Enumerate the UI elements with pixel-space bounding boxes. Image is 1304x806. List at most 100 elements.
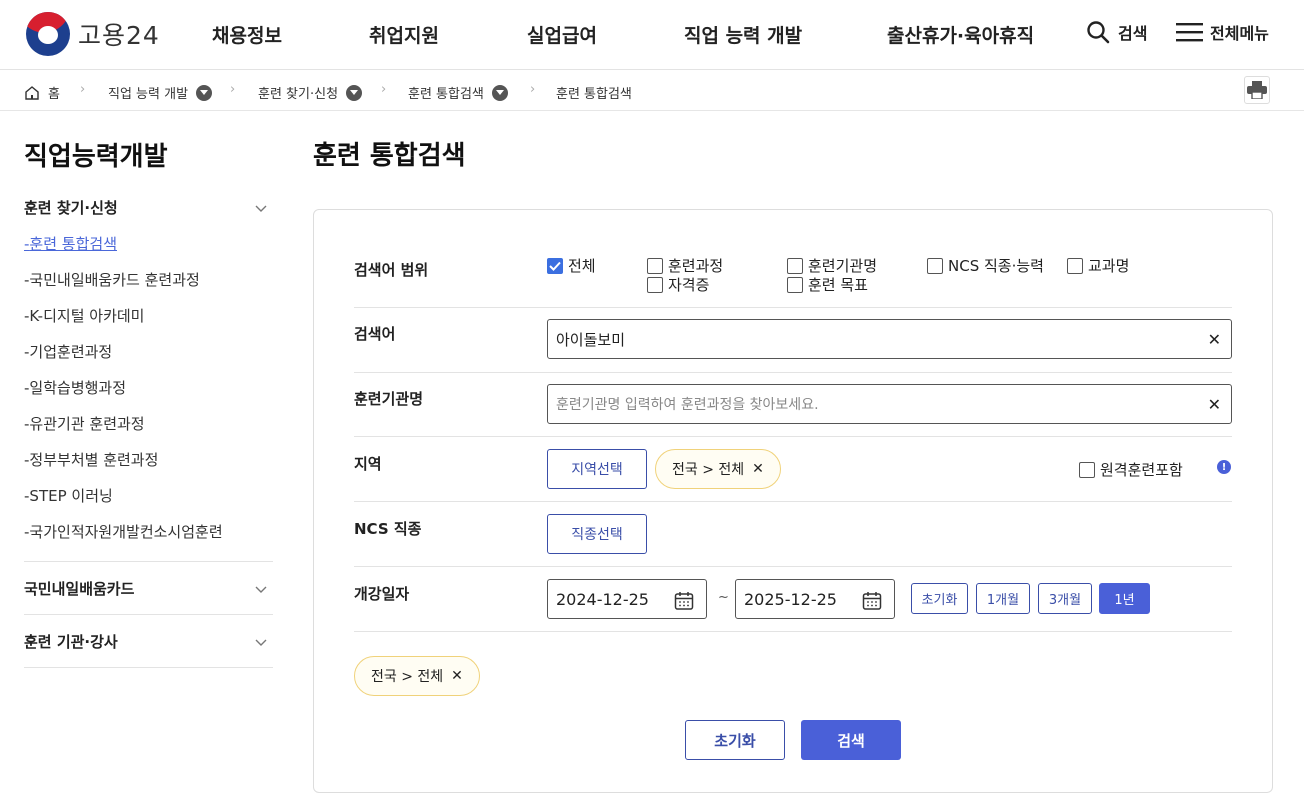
sidebar-item-ministry[interactable]: -정부부처별 훈련과정 [24,449,158,470]
checkbox-label: 원격훈련포함 [1100,461,1183,479]
global-header: 고용24 채용정보 취업지원 실업급여 직업 능력 개발 출산휴가·육아휴직 검… [0,0,1304,70]
row-divider [354,566,1232,567]
region-label: 지역 [354,455,382,473]
row-divider [354,501,1232,502]
breadcrumb-home[interactable]: 홈 [24,83,60,102]
breadcrumb-label: 직업 능력 개발 [108,87,189,102]
search-button[interactable]: 검색 [1086,20,1147,44]
chevron-down-icon [255,580,267,598]
calendar-icon[interactable] [674,591,694,611]
home-icon [25,85,39,100]
institution-input[interactable]: 훈련기관명 입력하여 훈련과정을 찾아보세요. ✕ [547,384,1232,424]
checkbox-icon [787,257,803,274]
sidebar-divider [24,667,273,668]
selected-filter-label: 전국 > 전체 [371,669,444,685]
date-preset-1-month[interactable]: 1개월 [976,583,1030,614]
date-preset-reset[interactable]: 초기화 [911,583,968,614]
keyword-label: 검색어 [354,325,396,343]
date-preset-1-year[interactable]: 1년 [1099,583,1150,614]
sidebar-item-corporate-training[interactable]: -기업훈련과정 [24,341,112,362]
sidebar-item-work-study[interactable]: -일학습병행과정 [24,377,126,398]
date-preset-3-months[interactable]: 3개월 [1038,583,1092,614]
nav-item-unemployment-benefit[interactable]: 실업급여 [527,21,597,48]
checkbox-icon [787,276,803,293]
printer-icon [1247,81,1267,99]
sidebar-item-k-digital[interactable]: -K-디지털 아카데미 [24,305,144,326]
nav-item-jobs[interactable]: 채용정보 [212,21,282,48]
info-icon[interactable]: ! [1217,460,1231,474]
chevron-down-icon[interactable] [346,84,363,101]
close-icon[interactable]: ✕ [451,668,463,684]
keyword-input[interactable]: 아이돌보미 ✕ [547,319,1232,359]
sidebar-item-label: 일학습병행과정 [29,379,127,397]
nav-item-vocational-training[interactable]: 직업 능력 개발 [684,21,802,48]
nav-item-employment-support[interactable]: 취업지원 [369,21,439,48]
scope-label: 검색어 범위 [354,261,429,279]
sidebar-item-label: 국민내일배움카드 훈련과정 [29,271,200,289]
sidebar-section-label: 훈련 찾기·신청 [24,199,118,217]
chevron-up-icon [255,199,267,217]
scope-checkbox-ncs[interactable]: NCS 직종·능력 [927,255,1044,276]
scope-checkbox-course[interactable]: 훈련과정 [647,255,723,276]
ncs-label: NCS 직종 [354,520,422,538]
date-range-separator: ~ [718,590,729,605]
end-date-value: 2025-12-25 [744,589,837,609]
print-button[interactable] [1244,76,1270,104]
breadcrumb-separator: › [530,82,536,97]
sidebar-item-label: 기업훈련과정 [29,343,113,361]
breadcrumb-separator: › [80,82,86,97]
row-divider [354,372,1232,373]
sidebar-item-consortium[interactable]: -국가인적자원개발컨소시엄훈련 [24,521,223,542]
breadcrumb: 홈 › 직업 능력 개발 › 훈련 찾기·신청 › 훈련 통합검색 › 훈련 통… [0,71,1304,111]
sidebar-item-naeil-card[interactable]: -국민내일배움카드 훈련과정 [24,269,200,290]
close-icon[interactable]: ✕ [752,461,764,477]
clear-icon[interactable]: ✕ [1208,330,1221,349]
scope-checkbox-all[interactable]: 전체 [547,255,596,276]
start-date-input[interactable]: 2024-12-25 [547,579,707,619]
sidebar-section-institution[interactable]: 훈련 기관·강사 [24,631,273,652]
search-submit-button[interactable]: 검색 [801,720,901,760]
breadcrumb-item-find-training[interactable]: 훈련 찾기·신청 [258,83,363,102]
sidebar-divider [24,614,273,615]
sidebar-section-label: 훈련 기관·강사 [24,633,118,651]
site-logo[interactable]: 고용24 [26,12,160,56]
scope-checkbox-training-goal[interactable]: 훈련 목표 [787,274,868,295]
checkbox-icon [647,257,663,274]
search-icon [1087,21,1110,44]
clear-icon[interactable]: ✕ [1208,395,1221,414]
region-select-button[interactable]: 지역선택 [547,449,647,489]
chevron-down-icon[interactable] [491,84,508,101]
sidebar-section-find-training[interactable]: 훈련 찾기·신청 [24,197,273,218]
sidebar-item-label: 유관기관 훈련과정 [29,415,145,433]
ncs-select-button[interactable]: 직종선택 [547,514,647,554]
end-date-input[interactable]: 2025-12-25 [735,579,895,619]
breadcrumb-separator: › [381,82,387,97]
date-label: 개강일자 [354,585,410,603]
scope-checkbox-subject[interactable]: 교과명 [1067,255,1129,276]
breadcrumb-item-vocational[interactable]: 직업 능력 개발 [108,83,213,102]
sidebar-item-step-elearning[interactable]: -STEP 이러닝 [24,485,113,506]
region-chip[interactable]: 전국 > 전체 ✕ [655,449,781,489]
checkbox-checked-icon [547,257,563,274]
chevron-down-icon[interactable] [196,84,213,101]
sidebar-section-naeil-card[interactable]: 국민내일배움카드 [24,578,273,599]
logo-text: 고용24 [78,21,160,50]
sidebar-item-integrated-search[interactable]: -훈련 통합검색 [24,233,117,254]
nav-item-maternity-leave[interactable]: 출산휴가·육아휴직 [887,21,1034,48]
breadcrumb-item-integrated-search[interactable]: 훈련 통합검색 [408,83,508,102]
scope-checkbox-institution[interactable]: 훈련기관명 [787,255,877,276]
remote-training-checkbox[interactable]: 원격훈련포함 [1079,459,1183,480]
institution-label: 훈련기관명 [354,390,424,408]
all-menu-button[interactable]: 전체메뉴 [1176,20,1269,44]
hamburger-icon [1176,23,1203,42]
government-emblem-icon [26,12,70,56]
reset-button[interactable]: 초기화 [685,720,785,760]
selected-filter-chip[interactable]: 전국 > 전체 ✕ [354,656,480,696]
calendar-icon[interactable] [862,591,882,611]
sidebar-item-related-agency[interactable]: -유관기관 훈련과정 [24,413,145,434]
chevron-down-icon [255,633,267,651]
scope-checkbox-certificate[interactable]: 자격증 [647,274,709,295]
region-chip-label: 전국 > 전체 [672,462,745,478]
search-panel: 검색어 범위 전체 훈련과정 자격증 훈련기관명 훈련 목표 NCS 직종·능력… [313,209,1273,793]
search-label: 검색 [1118,24,1148,43]
